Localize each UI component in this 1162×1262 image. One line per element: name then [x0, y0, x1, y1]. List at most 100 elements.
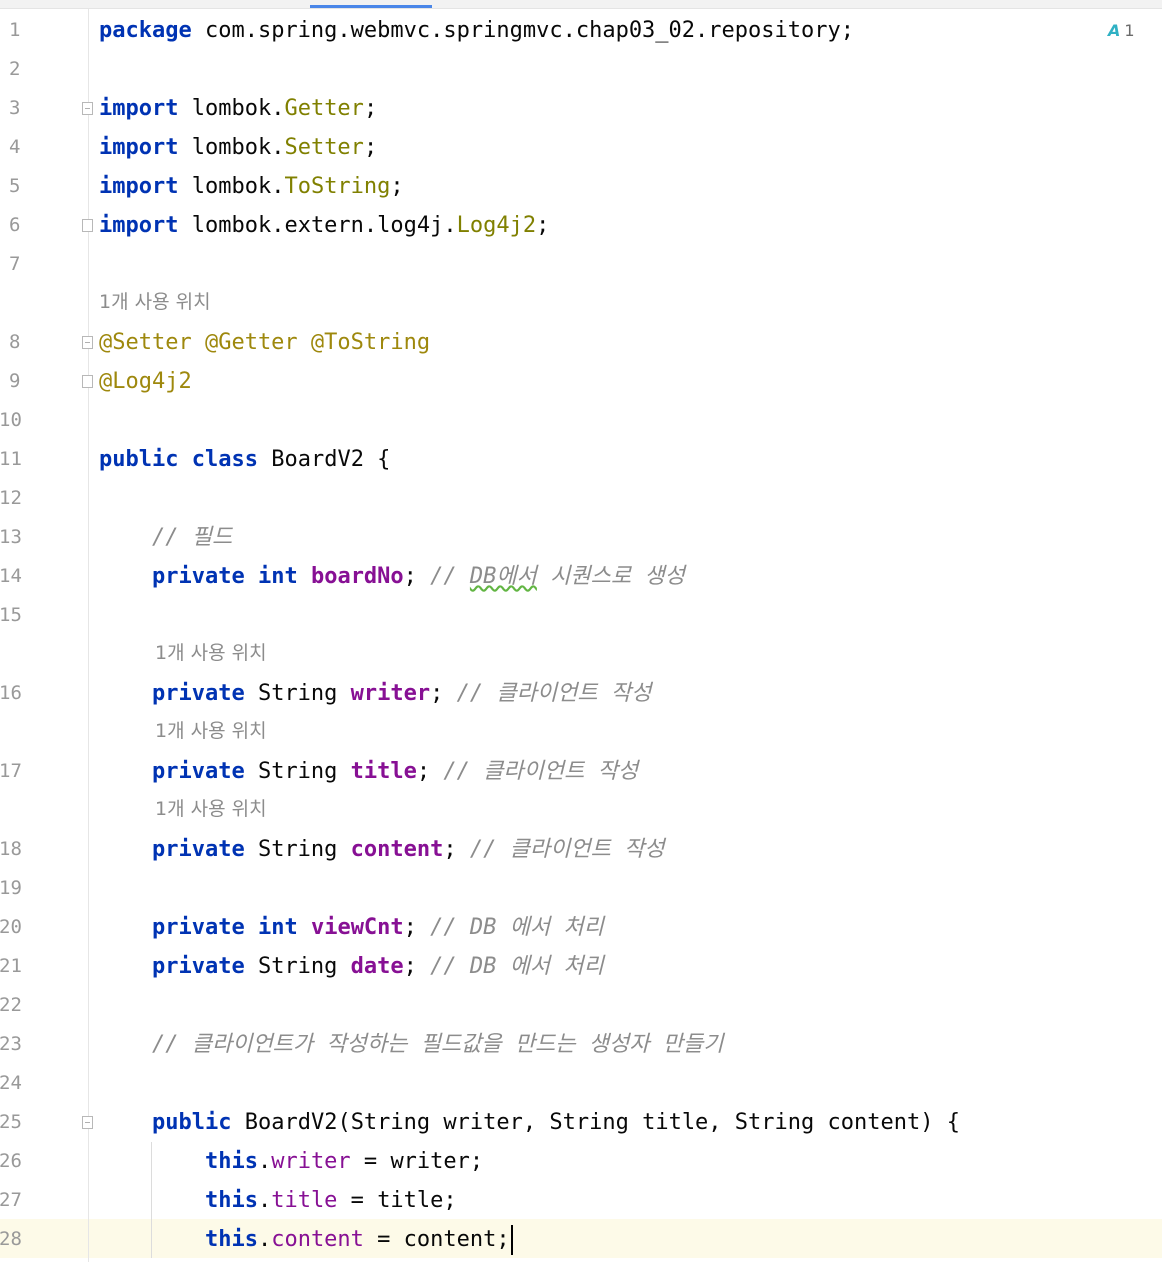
usage-hint[interactable]: 1개 사용 위치	[155, 634, 267, 673]
line-number: 8	[9, 331, 21, 353]
field-ref: content	[271, 1227, 364, 1252]
line-number: 3	[9, 97, 21, 119]
line-number: 5	[9, 175, 21, 197]
line-number: 18	[0, 838, 22, 860]
usage-hint[interactable]: 1개 사용 위치	[155, 790, 267, 829]
text-caret	[510, 1225, 513, 1255]
code-line-assign-content[interactable]: this.content = content;	[99, 1220, 513, 1259]
code-line-field-date[interactable]: private String date; // DB 에서 처리	[99, 947, 604, 986]
line-number: 13	[0, 526, 22, 548]
code-line-annotations[interactable]: @Setter @Getter @ToString	[99, 323, 430, 362]
line-number: 25	[0, 1111, 22, 1133]
keyword: import	[99, 174, 179, 199]
keyword: import	[99, 96, 179, 121]
typo-underline: DB에서	[469, 564, 537, 589]
fold-collapse-icon[interactable]	[82, 1116, 93, 1129]
code-line-import[interactable]: import lombok.Setter;	[99, 128, 377, 167]
keyword: import	[99, 135, 179, 160]
code-line-package[interactable]: package com.spring.webmvc.springmvc.chap…	[99, 11, 854, 50]
code-line-field-content[interactable]: private String content; // 클라이언트 작성	[99, 830, 665, 869]
usage-hint[interactable]: 1개 사용 위치	[99, 283, 211, 322]
code-line-class-decl[interactable]: public class BoardV2 {	[99, 440, 390, 479]
import-class: Getter	[284, 96, 364, 121]
constructor-name: BoardV2	[244, 1110, 338, 1135]
code-line-comment[interactable]: // 클라이언트가 작성하는 필드값을 만드는 생성자 만들기	[99, 1025, 723, 1064]
code-line-field-viewCnt[interactable]: private int viewCnt; // DB 에서 처리	[99, 908, 604, 947]
fold-end-icon[interactable]	[82, 219, 93, 232]
line-number: 28	[0, 1228, 22, 1250]
keyword: import	[99, 213, 179, 238]
code-line-annotation-log[interactable]: @Log4j2	[99, 362, 192, 401]
code-line-assign-title[interactable]: this.title = title;	[99, 1181, 457, 1220]
field-ref: writer	[271, 1149, 351, 1174]
code-line-field-boardNo[interactable]: private int boardNo; // DB에서 시퀀스로 생성	[99, 557, 685, 596]
code-line-assign-writer[interactable]: this.writer = writer;	[99, 1142, 483, 1181]
comment: // DB 에서 처리	[430, 915, 604, 940]
line-number: 23	[0, 1033, 22, 1055]
line-number: 16	[0, 682, 22, 704]
comment: // DB에서 시퀀스로 생성	[430, 564, 685, 589]
line-number: 10	[0, 409, 22, 431]
code-line-import[interactable]: import lombok.extern.log4j.Log4j2;	[99, 206, 549, 245]
line-number: 6	[9, 214, 21, 236]
import-package: lombok.extern.log4j.	[191, 213, 457, 238]
line-number: 14	[0, 565, 22, 587]
code-line-import[interactable]: import lombok.ToString;	[99, 167, 404, 206]
line-number: 22	[0, 994, 22, 1016]
field-name: boardNo	[310, 564, 404, 589]
field-name: writer	[350, 681, 431, 706]
gutter-separator	[88, 9, 89, 1262]
line-number: 1	[9, 19, 21, 41]
code-line-import[interactable]: import lombok.Getter;	[99, 89, 377, 128]
constructor-params: String writer, String title, String cont…	[350, 1110, 921, 1135]
import-class: Setter	[284, 135, 364, 160]
line-number: 12	[0, 487, 22, 509]
line-number: 4	[9, 136, 21, 158]
import-class: Log4j2	[456, 213, 537, 238]
fold-end-icon[interactable]	[82, 375, 93, 388]
fold-collapse-icon[interactable]	[82, 102, 93, 115]
active-tab-indicator[interactable]	[310, 5, 432, 8]
annotation-log4j2: @Log4j2	[99, 369, 192, 394]
line-number: 11	[0, 448, 22, 470]
line-number: 27	[0, 1189, 22, 1211]
line-number: 19	[0, 877, 22, 899]
inspection-count: 1	[1124, 21, 1135, 40]
code-line-field-writer[interactable]: private String writer; // 클라이언트 작성	[99, 674, 651, 713]
package-path: com.spring.webmvc.springmvc.chap03_02.re…	[204, 18, 841, 43]
comment: // 클라이언트가 작성하는 필드값을 만드는 생성자 만들기	[151, 1032, 724, 1057]
code-line-comment[interactable]: // 필드	[99, 518, 232, 557]
spellcheck-icon: A	[1108, 21, 1121, 40]
comment: // DB 에서 처리	[430, 954, 604, 979]
comment: // 클라이언트 작성	[443, 759, 639, 784]
import-package: lombok.	[191, 135, 285, 160]
line-number: 24	[0, 1072, 22, 1094]
inspection-widget[interactable]: A1	[1108, 17, 1135, 45]
line-number: 26	[0, 1150, 22, 1172]
comment: // 클라이언트 작성	[456, 681, 652, 706]
param-ref: content	[403, 1227, 497, 1252]
line-number: 21	[0, 955, 22, 977]
line-number: 20	[0, 916, 22, 938]
line-number: 15	[0, 604, 22, 626]
line-number: 9	[9, 370, 21, 392]
field-name: content	[350, 837, 444, 862]
annotations: @Setter @Getter @ToString	[99, 330, 431, 355]
fold-collapse-icon[interactable]	[82, 336, 93, 349]
code-line-field-title[interactable]: private String title; // 클라이언트 작성	[99, 752, 638, 791]
import-package: lombok.	[191, 96, 285, 121]
import-package: lombok.	[191, 174, 285, 199]
param-ref: writer	[390, 1149, 470, 1174]
line-number: 17	[0, 760, 22, 782]
field-name: date	[350, 954, 404, 979]
param-ref: title	[377, 1188, 444, 1213]
comment: // 클라이언트 작성	[469, 837, 665, 862]
field-name: title	[350, 759, 417, 784]
keyword: package	[99, 18, 192, 43]
class-name: BoardV2	[271, 447, 364, 472]
field-name: viewCnt	[310, 915, 404, 940]
code-line-constructor[interactable]: public BoardV2(String writer, String tit…	[99, 1103, 960, 1142]
usage-hint[interactable]: 1개 사용 위치	[155, 712, 267, 751]
line-number: 7	[9, 253, 21, 275]
editor-tab-strip	[0, 0, 1162, 9]
